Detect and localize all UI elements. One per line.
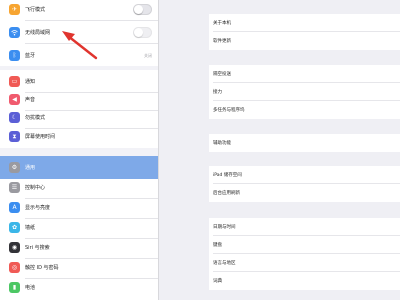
annotation-arrow-icon [62, 31, 98, 60]
